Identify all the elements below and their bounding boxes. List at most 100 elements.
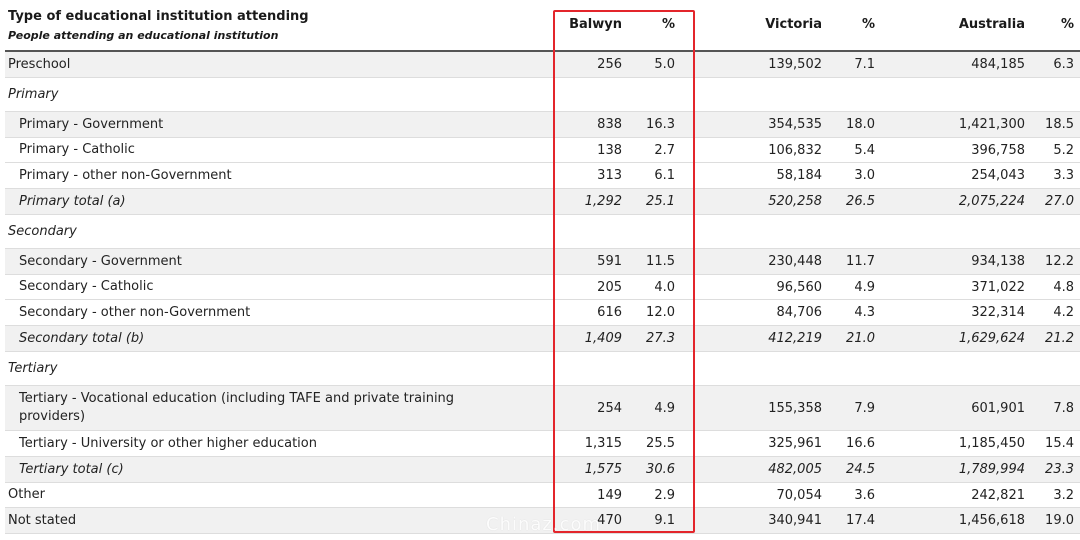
- cell-victoria-percent: 26.5: [846, 194, 875, 209]
- cell-victoria-count: 354,535: [768, 117, 822, 132]
- row-label: Preschool: [8, 56, 71, 72]
- section-heading: Tertiary: [8, 360, 58, 376]
- row-label: Other: [8, 487, 45, 502]
- cell-australia-percent: 4.8: [1053, 279, 1074, 295]
- cell-victoria-percent: 5.4: [854, 142, 875, 158]
- cell-victoria-count: 155,358: [768, 400, 822, 416]
- cell-victoria-count: 520,258: [768, 194, 822, 209]
- cell-victoria-count: 139,502: [768, 57, 822, 72]
- cell-australia-percent: 7.8: [1053, 400, 1074, 416]
- row-label: Secondary total (b): [19, 330, 145, 346]
- cell-victoria-count: 106,832: [768, 142, 822, 158]
- row-label: Primary - other non-Government: [19, 167, 232, 183]
- column-header-australia: Australia: [958, 17, 1025, 32]
- cell-victoria-percent: 18.0: [846, 117, 875, 132]
- row-label: Tertiary - Vocational education (includi…: [19, 391, 455, 424]
- row-label: Primary - Catholic: [19, 142, 135, 157]
- table-row: Secondary - Government 591 11.5 230,448 11.7…: [5, 249, 1080, 275]
- cell-victoria-count: 482,005: [768, 462, 822, 477]
- cell-australia-count: 242,821: [971, 487, 1025, 503]
- cell-victoria-percent: 7.1: [854, 57, 875, 72]
- cell-victoria-count: 84,706: [776, 305, 823, 320]
- table-row: Tertiary - Vocational education (includi…: [5, 386, 1080, 431]
- row-label: Not stated: [8, 512, 77, 528]
- cell-australia-percent: 4.2: [1053, 305, 1074, 320]
- table-row: Primary - Government 838 16.3 354,535 18.0 1,…: [5, 112, 1080, 138]
- cell-australia-count: 322,314: [971, 305, 1025, 320]
- cell-australia-count: 1,185,450: [958, 436, 1025, 451]
- cell-victoria-percent: 16.6: [846, 436, 875, 451]
- cell-victoria-percent: 11.7: [846, 254, 875, 269]
- row-label: Secondary - Catholic: [19, 279, 154, 294]
- table-body: Preschool 256 5.0 139,502 7.1 484,185 6.3 Prima…: [5, 52, 1080, 534]
- cell-victoria-percent: 3.6: [854, 487, 875, 503]
- watermark: Chinaz.com: [486, 514, 602, 535]
- cell-australia-percent: 3.2: [1053, 487, 1074, 503]
- cell-australia-count: 396,758: [971, 142, 1025, 158]
- table-row: Secondary - Catholic 205 4.0 96,560 4.9 371,0…: [5, 275, 1080, 300]
- cell-australia-count: 1,789,994: [958, 462, 1025, 477]
- table-row: Other 149 2.9 70,054 3.6 242,821 3.2: [5, 483, 1080, 508]
- section-heading: Secondary: [8, 223, 77, 239]
- education-table: Type of educational institution attendin…: [5, 0, 1080, 534]
- cell-australia-count: 1,421,300: [958, 117, 1025, 132]
- cell-australia-percent: 5.2: [1053, 142, 1074, 158]
- row-label: Tertiary total (c): [19, 461, 124, 477]
- cell-victoria-percent: 4.3: [854, 305, 875, 320]
- cell-australia-count: 371,022: [971, 279, 1025, 295]
- cell-australia-percent: 18.5: [1045, 117, 1074, 132]
- section-heading-row: Primary: [5, 78, 1080, 112]
- cell-victoria-percent: 3.0: [854, 168, 875, 183]
- highlight-box: [553, 10, 695, 533]
- row-label: Tertiary - University or other higher ed…: [19, 435, 317, 451]
- cell-australia-percent: 12.2: [1045, 254, 1074, 269]
- table-total-row: Secondary total (b) 1,409 27.3 412,219 21.0 1…: [5, 326, 1080, 352]
- section-heading: Primary: [8, 86, 59, 102]
- cell-australia-count: 254,043: [971, 168, 1025, 183]
- cell-victoria-percent: 4.9: [854, 279, 875, 295]
- row-label: Secondary - Government: [19, 253, 182, 269]
- cell-australia-count: 934,138: [971, 254, 1025, 269]
- cell-australia-percent: 23.3: [1045, 462, 1074, 477]
- cell-victoria-percent: 24.5: [846, 462, 875, 477]
- cell-australia-count: 484,185: [971, 57, 1025, 72]
- section-heading-row: Tertiary: [5, 352, 1080, 386]
- cell-victoria-count: 230,448: [768, 254, 822, 269]
- row-label: Secondary - other non-Government: [19, 304, 251, 320]
- cell-australia-percent: 27.0: [1045, 194, 1074, 209]
- cell-australia-percent: 15.4: [1045, 436, 1074, 451]
- table-row: Tertiary - University or other higher ed…: [5, 431, 1080, 457]
- cell-australia-percent: 19.0: [1045, 513, 1074, 528]
- cell-victoria-count: 70,054: [776, 487, 823, 503]
- cell-victoria-count: 325,961: [768, 436, 822, 451]
- cell-victoria-percent: 7.9: [854, 400, 875, 416]
- cell-australia-percent: 21.2: [1045, 331, 1074, 346]
- cell-victoria-percent: 17.4: [846, 513, 875, 528]
- row-label: Primary - Government: [19, 116, 164, 132]
- section-heading-row: Secondary: [5, 215, 1080, 249]
- cell-victoria-count: 412,219: [768, 331, 822, 346]
- table-total-row: Primary total (a) 1,292 25.1 520,258 26.5 2,0…: [5, 189, 1080, 215]
- table-title: Type of educational institution attendin…: [8, 9, 309, 24]
- cell-victoria-count: 58,184: [776, 168, 823, 183]
- table-row: Secondary - other non-Government 616 12.0 8…: [5, 300, 1080, 326]
- cell-australia-count: 601,901: [971, 400, 1025, 416]
- cell-victoria-count: 340,941: [768, 513, 822, 528]
- table-total-row: Tertiary total (c) 1,575 30.6 482,005 24.5 1,…: [5, 457, 1080, 483]
- table-subtitle: People attending an educational institut…: [8, 29, 279, 42]
- table-row: Primary - other non-Government 313 6.1 58,1…: [5, 163, 1080, 189]
- column-header-victoria-percent: %: [861, 17, 875, 32]
- cell-australia-percent: 3.3: [1053, 168, 1074, 183]
- column-header-australia-percent: %: [1060, 17, 1074, 32]
- cell-australia-count: 1,456,618: [958, 513, 1025, 528]
- cell-victoria-percent: 21.0: [846, 331, 875, 346]
- row-label: Primary total (a): [19, 193, 126, 209]
- table-row: Preschool 256 5.0 139,502 7.1 484,185 6.3: [5, 52, 1080, 78]
- cell-australia-count: 2,075,224: [958, 194, 1025, 209]
- cell-australia-percent: 6.3: [1053, 57, 1074, 72]
- table-header: Type of educational institution attendin…: [5, 0, 1080, 52]
- cell-victoria-count: 96,560: [776, 279, 823, 295]
- cell-australia-count: 1,629,624: [958, 331, 1025, 346]
- table-row: Primary - Catholic 138 2.7 106,832 5.4 396,75…: [5, 138, 1080, 163]
- column-header-victoria: Victoria: [765, 17, 822, 32]
